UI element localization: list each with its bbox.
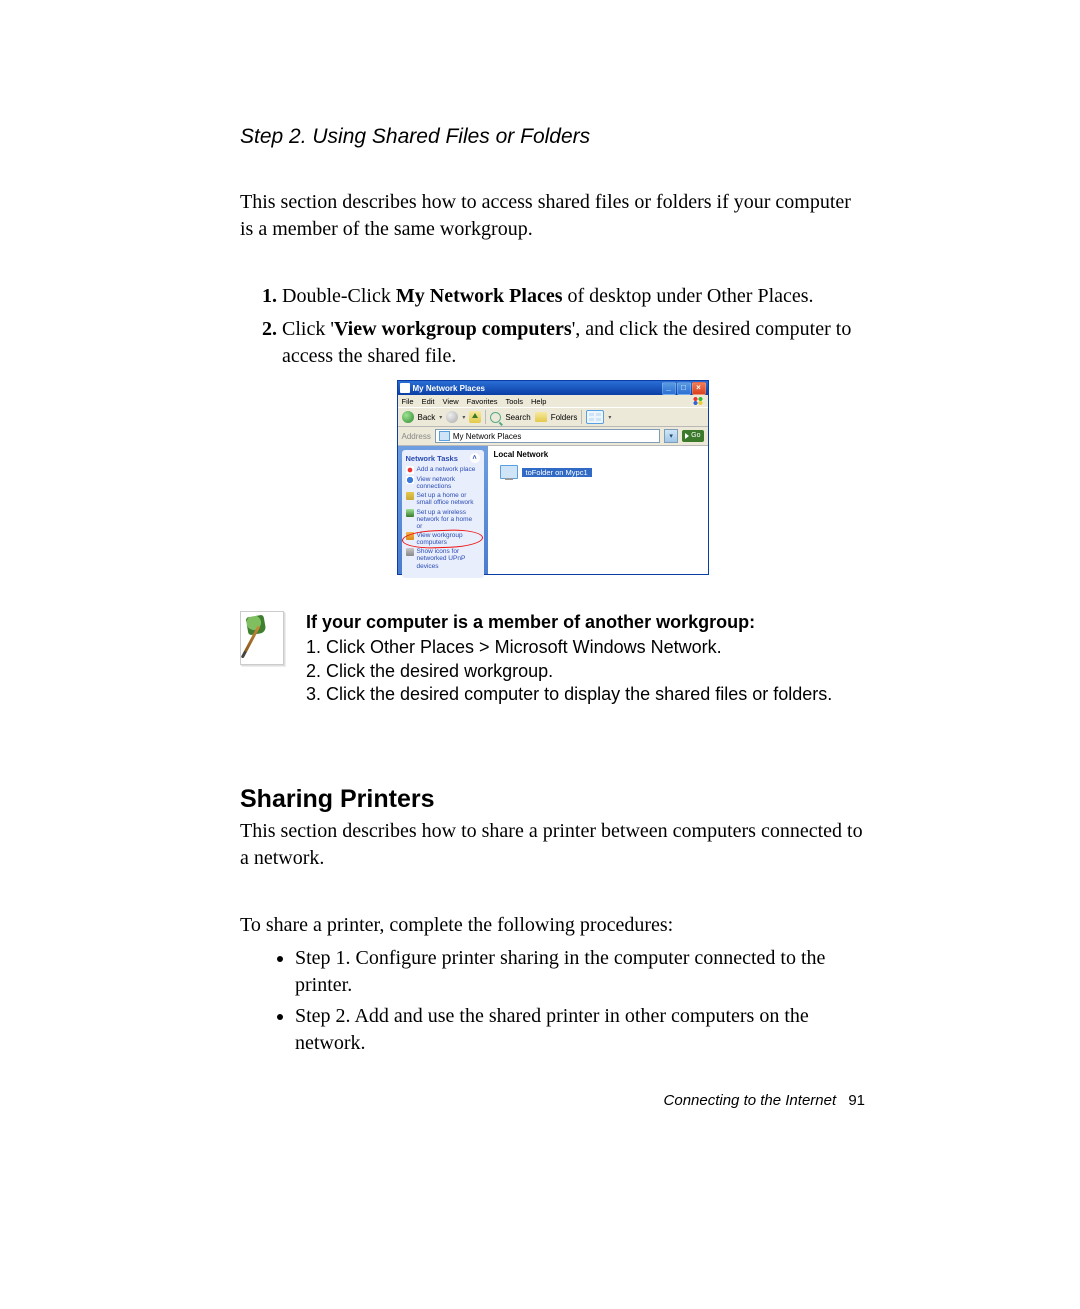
xp-window-controls: _ □ × bbox=[662, 382, 706, 395]
step-2-text-a: Click ' bbox=[282, 318, 334, 340]
note-line-1: 1. Click Other Places > Microsoft Window… bbox=[306, 636, 832, 659]
task-label: View workgroup computers bbox=[417, 532, 480, 546]
computer-icon bbox=[500, 465, 518, 479]
collapse-pane-icon[interactable]: ˄ bbox=[470, 453, 480, 463]
step-1-text-c: of desktop under Other Places. bbox=[563, 285, 814, 307]
local-network-header: Local Network bbox=[494, 450, 704, 459]
toolbar-separator bbox=[485, 410, 486, 424]
note-block: If your computer is a member of another … bbox=[240, 611, 865, 707]
network-tasks-pane: Network Tasks ˄ Add a network place View… bbox=[402, 450, 484, 578]
note-line-2: 2. Click the desired workgroup. bbox=[306, 660, 832, 683]
menu-favorites[interactable]: Favorites bbox=[467, 397, 498, 406]
embedded-screenshot: My Network Places _ □ × File Edit View F… bbox=[240, 380, 865, 575]
note-line-3: 3. Click the desired computer to display… bbox=[306, 683, 832, 706]
globe-icon bbox=[406, 476, 414, 484]
workgroup-icon bbox=[406, 532, 414, 540]
network-tasks-header[interactable]: Network Tasks ˄ bbox=[406, 453, 480, 463]
forward-dropdown-icon[interactable]: ▾ bbox=[462, 414, 465, 421]
xp-window-title: My Network Places bbox=[413, 384, 485, 393]
search-label[interactable]: Search bbox=[505, 413, 530, 422]
folders-icon[interactable] bbox=[535, 412, 547, 422]
page-footer: Connecting to the Internet 91 bbox=[664, 1092, 865, 1109]
address-value: My Network Places bbox=[453, 432, 521, 441]
task-view-workgroup[interactable]: View workgroup computers bbox=[406, 532, 480, 546]
task-label: Set up a wireless network for a home or bbox=[417, 509, 480, 530]
task-show-upnp[interactable]: Show icons for networked UPnP devices bbox=[406, 548, 480, 569]
upnp-icon bbox=[406, 548, 414, 556]
xp-menubar: File Edit View Favorites Tools Help bbox=[398, 395, 708, 407]
note-body: If your computer is a member of another … bbox=[306, 611, 832, 707]
xp-titlebar: My Network Places _ □ × bbox=[398, 381, 708, 395]
network-tasks-title: Network Tasks bbox=[406, 454, 458, 463]
step-title: Step 2. Using Shared Files or Folders bbox=[240, 125, 865, 149]
menu-view[interactable]: View bbox=[443, 397, 459, 406]
go-button[interactable]: Go bbox=[682, 430, 703, 442]
address-dropdown-icon[interactable]: ▾ bbox=[664, 429, 678, 443]
xp-client-area: Network Tasks ˄ Add a network place View… bbox=[398, 446, 708, 574]
task-setup-home-network[interactable]: Set up a home or small office network bbox=[406, 492, 480, 506]
step-2: Click 'View workgroup computers', and cl… bbox=[282, 316, 865, 370]
document-page: Step 2. Using Shared Files or Folders Th… bbox=[0, 0, 1080, 1309]
xp-toolbar: Back ▾ ▾ Search Folders ▾ bbox=[398, 407, 708, 427]
xp-address-bar: Address My Network Places ▾ Go bbox=[398, 427, 708, 446]
forward-icon[interactable] bbox=[446, 411, 458, 423]
task-label: Set up a home or small office network bbox=[417, 492, 480, 506]
home-network-icon bbox=[406, 492, 414, 500]
step-1: Double-Click My Network Places of deskto… bbox=[282, 283, 865, 310]
maximize-button[interactable]: □ bbox=[677, 382, 691, 395]
minimize-button[interactable]: _ bbox=[662, 382, 676, 395]
sharing-printers-heading: Sharing Printers bbox=[240, 785, 865, 814]
views-icon[interactable] bbox=[586, 410, 604, 424]
address-label: Address bbox=[402, 432, 431, 441]
menu-edit[interactable]: Edit bbox=[422, 397, 435, 406]
add-place-icon bbox=[406, 466, 414, 474]
xp-title-left: My Network Places bbox=[400, 383, 485, 393]
menu-file[interactable]: File bbox=[402, 397, 414, 406]
footer-text: Connecting to the Internet bbox=[664, 1092, 837, 1109]
close-button[interactable]: × bbox=[692, 382, 706, 395]
toolbar-separator-2 bbox=[581, 410, 582, 424]
intro-paragraph: This section describes how to access sha… bbox=[240, 189, 865, 243]
search-icon[interactable] bbox=[490, 412, 501, 423]
xp-main-area: Local Network toFolder on Mypc1 bbox=[488, 446, 708, 574]
printer-step-1: Step 1. Configure printer sharing in the… bbox=[295, 945, 865, 999]
folders-label[interactable]: Folders bbox=[551, 413, 578, 422]
xp-task-sidebar: Network Tasks ˄ Add a network place View… bbox=[398, 446, 488, 574]
wireless-icon bbox=[406, 509, 414, 517]
windows-flag-icon bbox=[692, 396, 704, 406]
task-label: View network connections bbox=[417, 476, 480, 490]
task-label: Show icons for networked UPnP devices bbox=[417, 548, 480, 569]
sharing-printers-intro: This section describes how to share a pr… bbox=[240, 818, 865, 872]
address-field[interactable]: My Network Places bbox=[435, 429, 660, 443]
menu-tools[interactable]: Tools bbox=[506, 397, 524, 406]
up-folder-icon[interactable] bbox=[469, 411, 481, 423]
sharing-printers-lead: To share a printer, complete the followi… bbox=[240, 912, 865, 939]
xp-window: My Network Places _ □ × File Edit View F… bbox=[397, 380, 709, 575]
task-label: Add a network place bbox=[417, 466, 476, 473]
step-2-bold: View workgroup computers bbox=[334, 318, 572, 340]
shared-item-label: toFolder on Mypc1 bbox=[522, 468, 592, 477]
task-setup-wireless[interactable]: Set up a wireless network for a home or bbox=[406, 509, 480, 530]
menu-help[interactable]: Help bbox=[531, 397, 546, 406]
back-icon[interactable] bbox=[402, 411, 414, 423]
step-1-text-a: Double-Click bbox=[282, 285, 396, 307]
printer-step-2: Step 2. Add and use the shared printer i… bbox=[295, 1003, 865, 1057]
network-places-icon bbox=[400, 383, 410, 393]
go-label: Go bbox=[691, 430, 700, 442]
note-title: If your computer is a member of another … bbox=[306, 611, 832, 634]
shared-item[interactable]: toFolder on Mypc1 bbox=[500, 465, 704, 479]
back-dropdown-icon[interactable]: ▾ bbox=[439, 414, 442, 421]
ordered-steps: Double-Click My Network Places of deskto… bbox=[240, 283, 865, 370]
views-dropdown-icon[interactable]: ▾ bbox=[608, 414, 611, 421]
task-add-network-place[interactable]: Add a network place bbox=[406, 466, 480, 474]
note-icon bbox=[240, 611, 284, 665]
task-view-connections[interactable]: View network connections bbox=[406, 476, 480, 490]
step-1-bold: My Network Places bbox=[396, 285, 563, 307]
page-number: 91 bbox=[848, 1092, 865, 1109]
back-label[interactable]: Back bbox=[418, 413, 436, 422]
address-icon bbox=[439, 431, 450, 441]
sharing-printers-steps: Step 1. Configure printer sharing in the… bbox=[240, 945, 865, 1057]
